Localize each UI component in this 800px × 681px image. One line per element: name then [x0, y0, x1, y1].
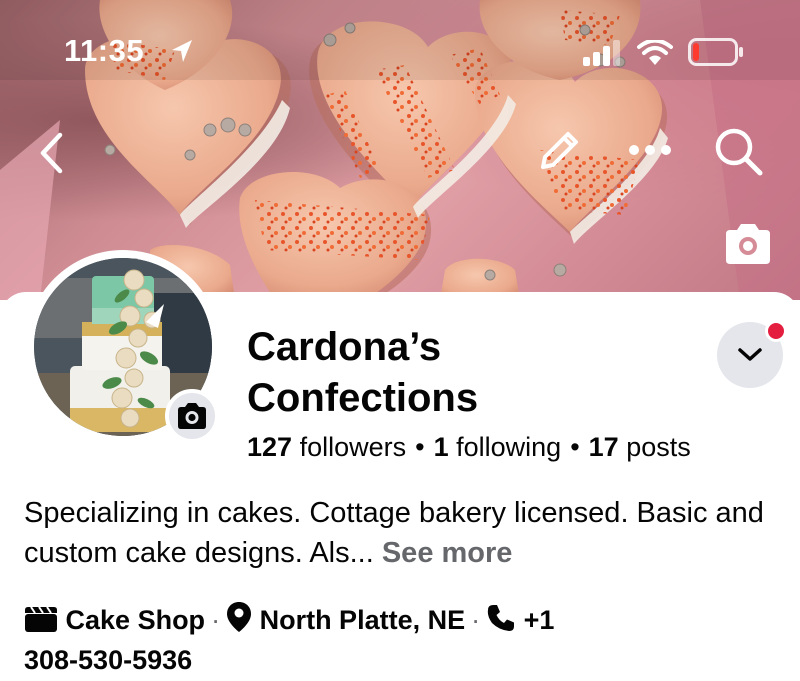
profile-info-line: Cake Shop · North Platte, NE · +1 308-530-… [24, 600, 784, 680]
more-dots-icon[interactable] [627, 143, 673, 157]
phone-number[interactable]: 308-530-5936 [24, 645, 192, 675]
battery-low-icon [688, 38, 743, 66]
followers-link[interactable]: 127 followers [247, 432, 406, 462]
location-arrow-icon [172, 40, 192, 62]
chevron-down-icon [738, 348, 762, 361]
following-count: 1 [433, 432, 449, 462]
page-name: Cardona’s Confections [247, 322, 687, 424]
posts-label: posts [626, 432, 691, 462]
camera-icon [178, 403, 206, 429]
following-label: following [456, 432, 562, 462]
info-separator: · [471, 605, 481, 635]
phone-icon [487, 605, 515, 631]
notification-dot [765, 320, 787, 342]
profile-stats: 127 followers • 1 following • 17 posts [247, 432, 691, 463]
search-icon[interactable] [713, 126, 765, 178]
page-name-line1: Cardona’s [247, 325, 442, 369]
pencil-icon[interactable] [535, 125, 585, 175]
back-chevron-icon[interactable] [38, 132, 64, 174]
followers-label: followers [299, 432, 407, 462]
see-more-link[interactable]: See more [382, 537, 513, 569]
wifi-icon [637, 40, 673, 65]
page-name-line2: Confections [247, 376, 479, 420]
location-label[interactable]: North Platte, NE [260, 605, 466, 635]
following-link[interactable]: 1 following [434, 432, 562, 462]
phone-prefix[interactable]: +1 [524, 605, 555, 635]
status-bar: 11:35 [0, 0, 800, 100]
category-label[interactable]: Cake Shop [66, 605, 206, 635]
cover-camera-icon[interactable] [722, 222, 774, 266]
posts-count: 17 [588, 432, 619, 462]
location-pin-icon [227, 602, 252, 632]
avatar-camera-button[interactable] [165, 389, 219, 443]
posts-link[interactable]: 17 posts [589, 432, 691, 462]
followers-count: 127 [247, 432, 293, 462]
signal-icon [583, 40, 620, 66]
info-separator: · [211, 605, 221, 635]
stats-separator: • [570, 432, 580, 462]
clapperboard-icon [25, 606, 57, 632]
stats-separator: • [415, 432, 425, 462]
status-time: 11:35 [64, 33, 145, 68]
profile-bio: Specializing in cakes. Cottage bakery li… [24, 493, 784, 573]
